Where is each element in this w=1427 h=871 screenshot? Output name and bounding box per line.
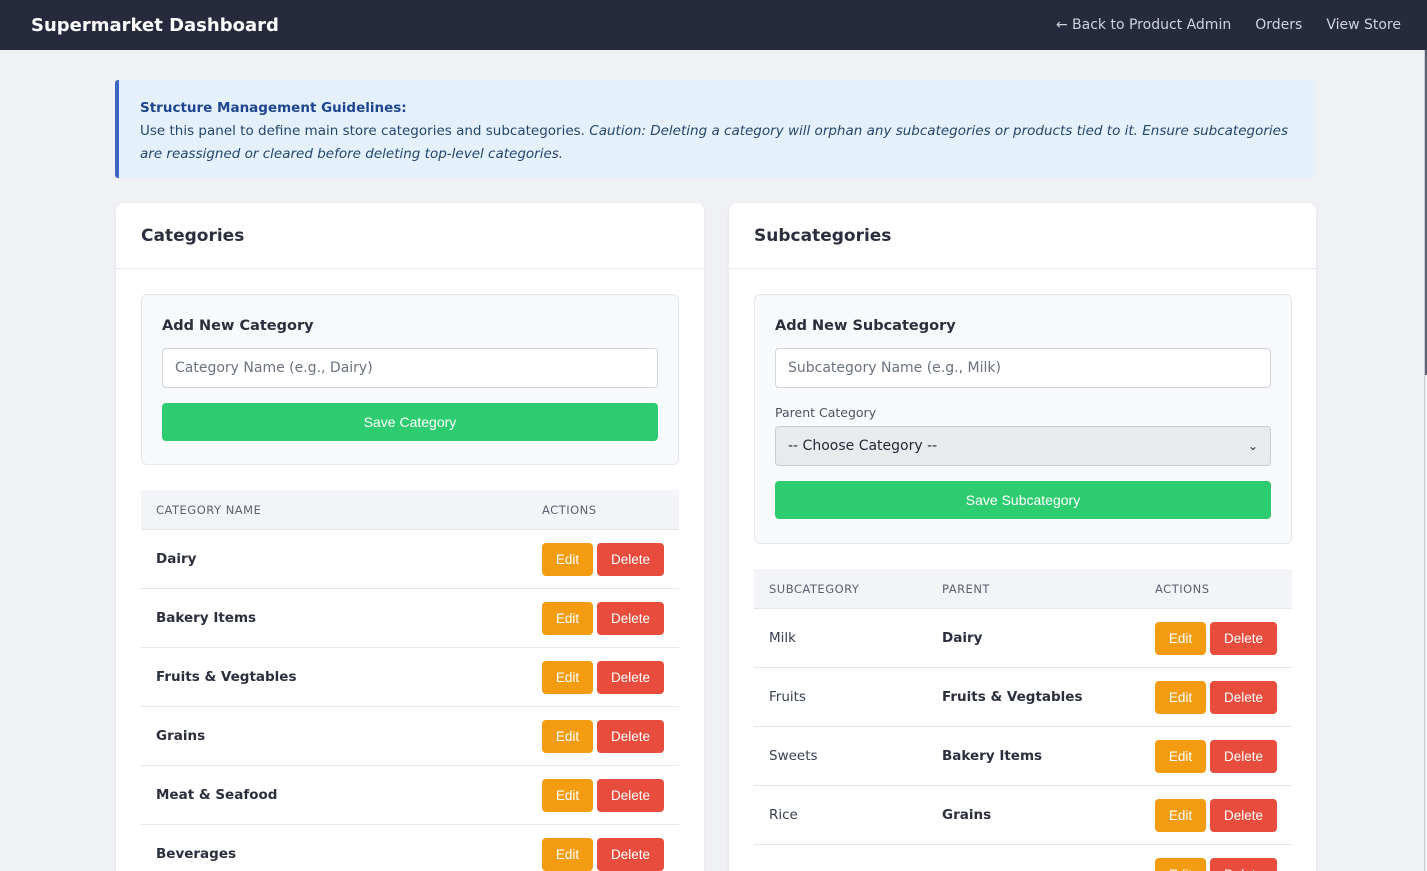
edit-button[interactable]: Edit [542, 837, 593, 871]
delete-button[interactable]: Delete [1210, 680, 1277, 714]
parent-category-cell: Dairy [942, 630, 983, 646]
subcategories-title: Subcategories [729, 203, 1316, 269]
nav-back-to-product-admin[interactable]: ← Back to Product Admin [1056, 17, 1231, 33]
delete-button[interactable]: Delete [1210, 621, 1277, 655]
parent-category-label: Parent Category [775, 405, 877, 420]
subcategory-name-cell: Fruits [769, 689, 806, 705]
parent-category-cell: Grains [942, 807, 992, 823]
edit-button[interactable]: Edit [542, 719, 593, 753]
category-name-cell: Meat & Seafood [156, 787, 278, 803]
edit-button[interactable]: Edit [1155, 739, 1206, 773]
subcategories-table: SUBCATEGORY PARENT ACTIONS Milk Dairy Edit… [754, 569, 1292, 871]
row-actions: EditDelete [542, 660, 664, 694]
add-subcategory-form: Add New Subcategory Parent Category -- C… [754, 294, 1292, 544]
edit-button[interactable]: Edit [1155, 621, 1206, 655]
table-row: Milk Dairy Edit Delete [754, 609, 1292, 668]
delete-button[interactable]: Delete [1210, 857, 1277, 871]
row-actions: EditDelete [542, 542, 664, 576]
table-row: Meat & Seafood Edit Delete [141, 766, 679, 825]
edit-button[interactable]: Edit [542, 778, 593, 812]
subcategory-name-cell: Sweets [769, 748, 818, 764]
edit-button[interactable]: Edit [1155, 857, 1206, 871]
table-row: Beverages Edit Delete [141, 825, 679, 871]
delete-button[interactable]: Delete [597, 719, 664, 753]
row-actions: EditDelete [1155, 798, 1277, 832]
row-actions: EditDelete [542, 601, 664, 635]
subcategories-card: Subcategories Add New Subcategory Parent… [729, 203, 1316, 871]
edit-button[interactable]: Edit [542, 601, 593, 635]
delete-button[interactable]: Delete [597, 778, 664, 812]
row-actions: EditDelete [542, 719, 664, 753]
category-name-cell: Dairy [156, 551, 197, 567]
row-actions: EditDelete [1155, 680, 1277, 714]
categories-title: Categories [116, 203, 704, 269]
subcategory-name-input[interactable] [775, 348, 1271, 388]
row-actions: Edit Delete [1155, 857, 1277, 871]
nav-view-store[interactable]: View Store [1326, 17, 1401, 33]
table-row: Grains Edit Delete [141, 707, 679, 766]
col-actions: ACTIONS [542, 502, 597, 517]
category-name-cell: Grains [156, 728, 206, 744]
guidelines-body: Use this panel to define main store cate… [140, 120, 1292, 166]
parent-category-cell: Fruits & Vegtables [942, 689, 1083, 705]
edit-button[interactable]: Edit [1155, 798, 1206, 832]
chevron-down-icon: ⌄ [1247, 439, 1258, 453]
add-category-title: Add New Category [162, 318, 314, 334]
brand-title: Supermarket Dashboard [31, 14, 279, 36]
categories-card: Categories Add New Category Save Categor… [116, 203, 704, 871]
delete-button[interactable]: Delete [597, 837, 664, 871]
table-row: Fruits Fruits & Vegtables Edit Delete [754, 668, 1292, 727]
table-row: Bakery Items Edit Delete [141, 589, 679, 648]
table-row: Dairy Edit Delete [141, 530, 679, 589]
table-row: Fruits & Vegtables Edit Delete [141, 648, 679, 707]
nav-orders[interactable]: Orders [1255, 17, 1302, 33]
parent-category-selected: -- Choose Category -- [788, 438, 938, 454]
row-actions: EditDelete [542, 837, 664, 871]
subcategories-table-header: SUBCATEGORY PARENT ACTIONS [754, 569, 1292, 609]
delete-button[interactable]: Delete [1210, 739, 1277, 773]
add-category-form: Add New Category Save Category [141, 294, 679, 465]
delete-button[interactable]: Delete [597, 601, 664, 635]
categories-table-header: CATEGORY NAME ACTIONS [141, 490, 679, 530]
row-actions: EditDelete [1155, 739, 1277, 773]
subcategory-name-cell: Rice [769, 807, 798, 823]
delete-button[interactable]: Delete [1210, 798, 1277, 832]
delete-button[interactable]: Delete [597, 660, 664, 694]
edit-button[interactable]: Edit [542, 542, 593, 576]
edit-button[interactable]: Edit [1155, 680, 1206, 714]
category-name-cell: Bakery Items [156, 610, 257, 626]
table-row: Edit Delete [754, 845, 1292, 871]
header-nav: ← Back to Product Admin Orders View Stor… [1056, 17, 1401, 33]
save-subcategory-button[interactable]: Save Subcategory [775, 481, 1271, 519]
category-name-cell: Beverages [156, 846, 237, 862]
col-category-name: CATEGORY NAME [156, 502, 262, 517]
delete-button[interactable]: Delete [597, 542, 664, 576]
guidelines-alert: Structure Management Guidelines: Use thi… [115, 80, 1316, 178]
col-parent: PARENT [942, 581, 990, 596]
row-actions: EditDelete [1155, 621, 1277, 655]
guidelines-title: Structure Management Guidelines: [140, 100, 407, 116]
row-actions: EditDelete [542, 778, 664, 812]
category-name-cell: Fruits & Vegtables [156, 669, 297, 685]
edit-button[interactable]: Edit [542, 660, 593, 694]
parent-category-select[interactable]: -- Choose Category -- ⌄ [775, 426, 1271, 466]
parent-category-cell: Bakery Items [942, 748, 1043, 764]
category-name-input[interactable] [162, 348, 658, 388]
top-navbar: Supermarket Dashboard ← Back to Product … [0, 0, 1427, 50]
col-actions: ACTIONS [1155, 581, 1210, 596]
save-category-button[interactable]: Save Category [162, 403, 658, 441]
add-subcategory-title: Add New Subcategory [775, 318, 956, 334]
categories-table: CATEGORY NAME ACTIONS Dairy Edit Delete Bak… [141, 490, 679, 871]
guidelines-text: Use this panel to define main store cate… [140, 123, 585, 139]
subcategory-name-cell: Milk [769, 630, 796, 646]
col-subcategory: SUBCATEGORY [769, 581, 860, 596]
table-row: Sweets Bakery Items Edit Delete [754, 727, 1292, 786]
table-row: Rice Grains Edit Delete [754, 786, 1292, 845]
